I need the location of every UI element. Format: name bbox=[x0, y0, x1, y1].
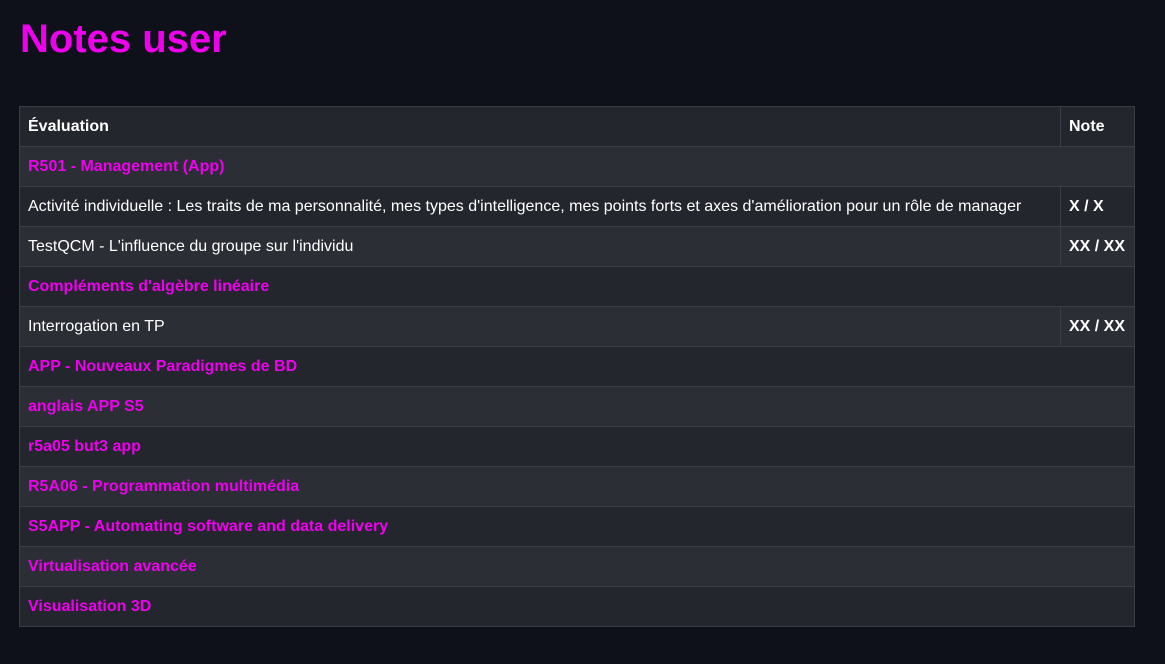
evaluation-note: XX / XX bbox=[1060, 306, 1135, 347]
module-name: anglais APP S5 bbox=[19, 386, 1135, 427]
table-header-row: Évaluation Note bbox=[19, 106, 1135, 147]
evaluation-note: XX / XX bbox=[1060, 226, 1135, 267]
page: Notes user Évaluation Note R501 - Manage… bbox=[0, 0, 1165, 664]
table-row-evaluation: Activité individuelle : Les traits de ma… bbox=[19, 186, 1135, 227]
table-row-evaluation: TestQCM - L'influence du groupe sur l'in… bbox=[19, 226, 1135, 267]
table-row-group: APP - Nouveaux Paradigmes de BD bbox=[19, 346, 1135, 387]
column-header-note: Note bbox=[1060, 106, 1135, 147]
table-row-group: Visualisation 3D bbox=[19, 586, 1135, 627]
table-row-group: R501 - Management (App) bbox=[19, 146, 1135, 187]
evaluation-name: Activité individuelle : Les traits de ma… bbox=[19, 186, 1061, 227]
table-row-group: anglais APP S5 bbox=[19, 386, 1135, 427]
table-row-group: Compléments d'algèbre linéaire bbox=[19, 266, 1135, 307]
module-name: r5a05 but3 app bbox=[19, 426, 1135, 467]
table-row-group: S5APP - Automating software and data del… bbox=[19, 506, 1135, 547]
module-name: Visualisation 3D bbox=[19, 586, 1135, 627]
module-name: R5A06 - Programmation multimédia bbox=[19, 466, 1135, 507]
module-name: R501 - Management (App) bbox=[19, 146, 1135, 187]
module-name: Compléments d'algèbre linéaire bbox=[19, 266, 1135, 307]
grades-table: Évaluation Note R501 - Management (App) … bbox=[19, 106, 1135, 627]
table-row-evaluation: Interrogation en TP XX / XX bbox=[19, 306, 1135, 347]
evaluation-name: Interrogation en TP bbox=[19, 306, 1061, 347]
table-row-group: Virtualisation avancée bbox=[19, 546, 1135, 587]
table-row-group: R5A06 - Programmation multimédia bbox=[19, 466, 1135, 507]
module-name: S5APP - Automating software and data del… bbox=[19, 506, 1135, 547]
module-name: APP - Nouveaux Paradigmes de BD bbox=[19, 346, 1135, 387]
module-name: Virtualisation avancée bbox=[19, 546, 1135, 587]
column-header-evaluation: Évaluation bbox=[19, 106, 1061, 147]
evaluation-name: TestQCM - L'influence du groupe sur l'in… bbox=[19, 226, 1061, 267]
evaluation-note: X / X bbox=[1060, 186, 1135, 227]
table-row-group: r5a05 but3 app bbox=[19, 426, 1135, 467]
page-title: Notes user bbox=[20, 17, 227, 61]
